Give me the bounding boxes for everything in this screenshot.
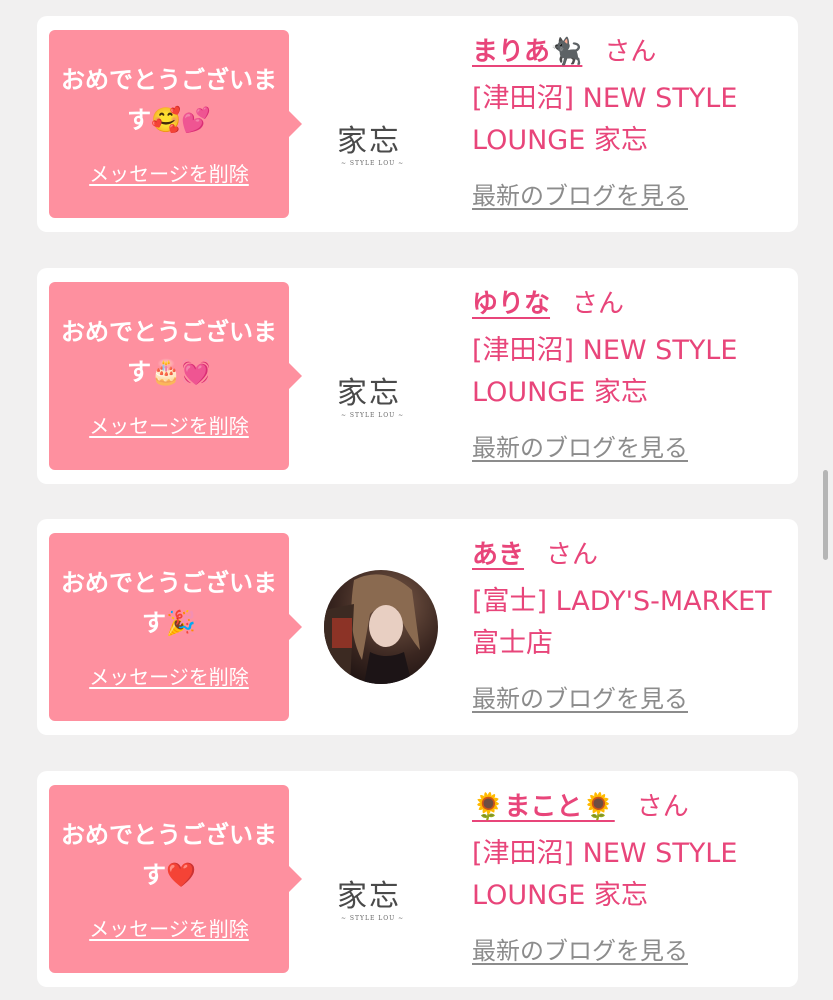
message-bubble: おめでとうございます🥰💕 メッセージを削除 — [49, 30, 302, 218]
message-text: おめでとうございます🎉 — [61, 569, 277, 637]
shop-logo-text: 家忘 — [337, 124, 401, 159]
delete-message-link[interactable]: メッセージを削除 — [49, 158, 289, 187]
shop-logo: 家忘 ~ STYLE LOU ~ — [329, 124, 433, 184]
message-bubble: おめでとうございます🎂💓 メッセージを削除 — [49, 282, 302, 470]
message-text: おめでとうございます🥰💕 — [61, 66, 277, 134]
message-card: おめでとうございます❤️ メッセージを削除 家忘 ~ STYLE LOU ~ 🌻… — [37, 771, 798, 987]
cast-name-link[interactable]: まりあ🐈‍⬛ — [472, 37, 582, 67]
message-text: おめでとうございます🎂💓 — [61, 318, 277, 386]
message-card: おめでとうございます🎉 メッセージを削除 あき さん [富士] LADY'S-M… — [37, 519, 798, 735]
cast-name-link[interactable]: あき — [472, 540, 524, 570]
message-bubble: おめでとうございます🎉 メッセージを削除 — [49, 533, 302, 721]
cast-name-link[interactable]: ゆりな — [472, 289, 550, 319]
shop-logo-subtext: ~ STYLE LOU ~ — [341, 160, 405, 167]
shop-name: [津田沼] NEW STYLE LOUNGE 家忘 — [472, 83, 738, 156]
shop-name: [富士] LADY'S-MARKET 富士店 — [472, 586, 772, 659]
scrollbar[interactable] — [823, 470, 828, 560]
delete-message-link[interactable]: メッセージを削除 — [49, 410, 289, 439]
latest-blog-link[interactable]: 最新のブログを見る — [472, 936, 688, 966]
cast-name-line: あき さん — [472, 539, 598, 571]
shop-logo-subtext: ~ STYLE LOU ~ — [341, 412, 405, 419]
shop-name: [津田沼] NEW STYLE LOUNGE 家忘 — [472, 335, 738, 408]
delete-message-link[interactable]: メッセージを削除 — [49, 913, 289, 942]
cast-name-line: ゆりな さん — [472, 288, 624, 320]
honorific: さん — [546, 540, 599, 570]
latest-blog-link[interactable]: 最新のブログを見る — [472, 433, 688, 463]
delete-message-link[interactable]: メッセージを削除 — [49, 661, 289, 690]
message-card: おめでとうございます🥰💕 メッセージを削除 家忘 ~ STYLE LOU ~ ま… — [37, 16, 798, 232]
honorific: さん — [572, 289, 625, 319]
shop-logo-subtext: ~ STYLE LOU ~ — [341, 915, 405, 922]
latest-blog-link[interactable]: 最新のブログを見る — [472, 181, 688, 211]
cast-name-line: まりあ🐈‍⬛ さん — [472, 36, 656, 68]
latest-blog-link[interactable]: 最新のブログを見る — [472, 684, 688, 714]
message-card: おめでとうございます🎂💓 メッセージを削除 家忘 ~ STYLE LOU ~ ゆ… — [37, 268, 798, 484]
message-text: おめでとうございます❤️ — [61, 821, 277, 889]
shop-name: [津田沼] NEW STYLE LOUNGE 家忘 — [472, 838, 738, 911]
cast-name-line: 🌻まこと🌻 さん — [472, 791, 689, 823]
cast-photo-image — [324, 570, 438, 684]
cast-name-link[interactable]: 🌻まこと🌻 — [472, 792, 615, 822]
shop-logo-text: 家忘 — [337, 376, 401, 411]
honorific: さん — [604, 37, 657, 67]
honorific: さん — [636, 792, 689, 822]
shop-logo: 家忘 ~ STYLE LOU ~ — [329, 376, 433, 436]
shop-logo-text: 家忘 — [337, 879, 401, 914]
shop-logo: 家忘 ~ STYLE LOU ~ — [329, 879, 433, 939]
cast-photo[interactable] — [324, 570, 438, 684]
message-bubble: おめでとうございます❤️ メッセージを削除 — [49, 785, 302, 973]
message-list: おめでとうございます🥰💕 メッセージを削除 家忘 ~ STYLE LOU ~ ま… — [0, 0, 833, 1000]
